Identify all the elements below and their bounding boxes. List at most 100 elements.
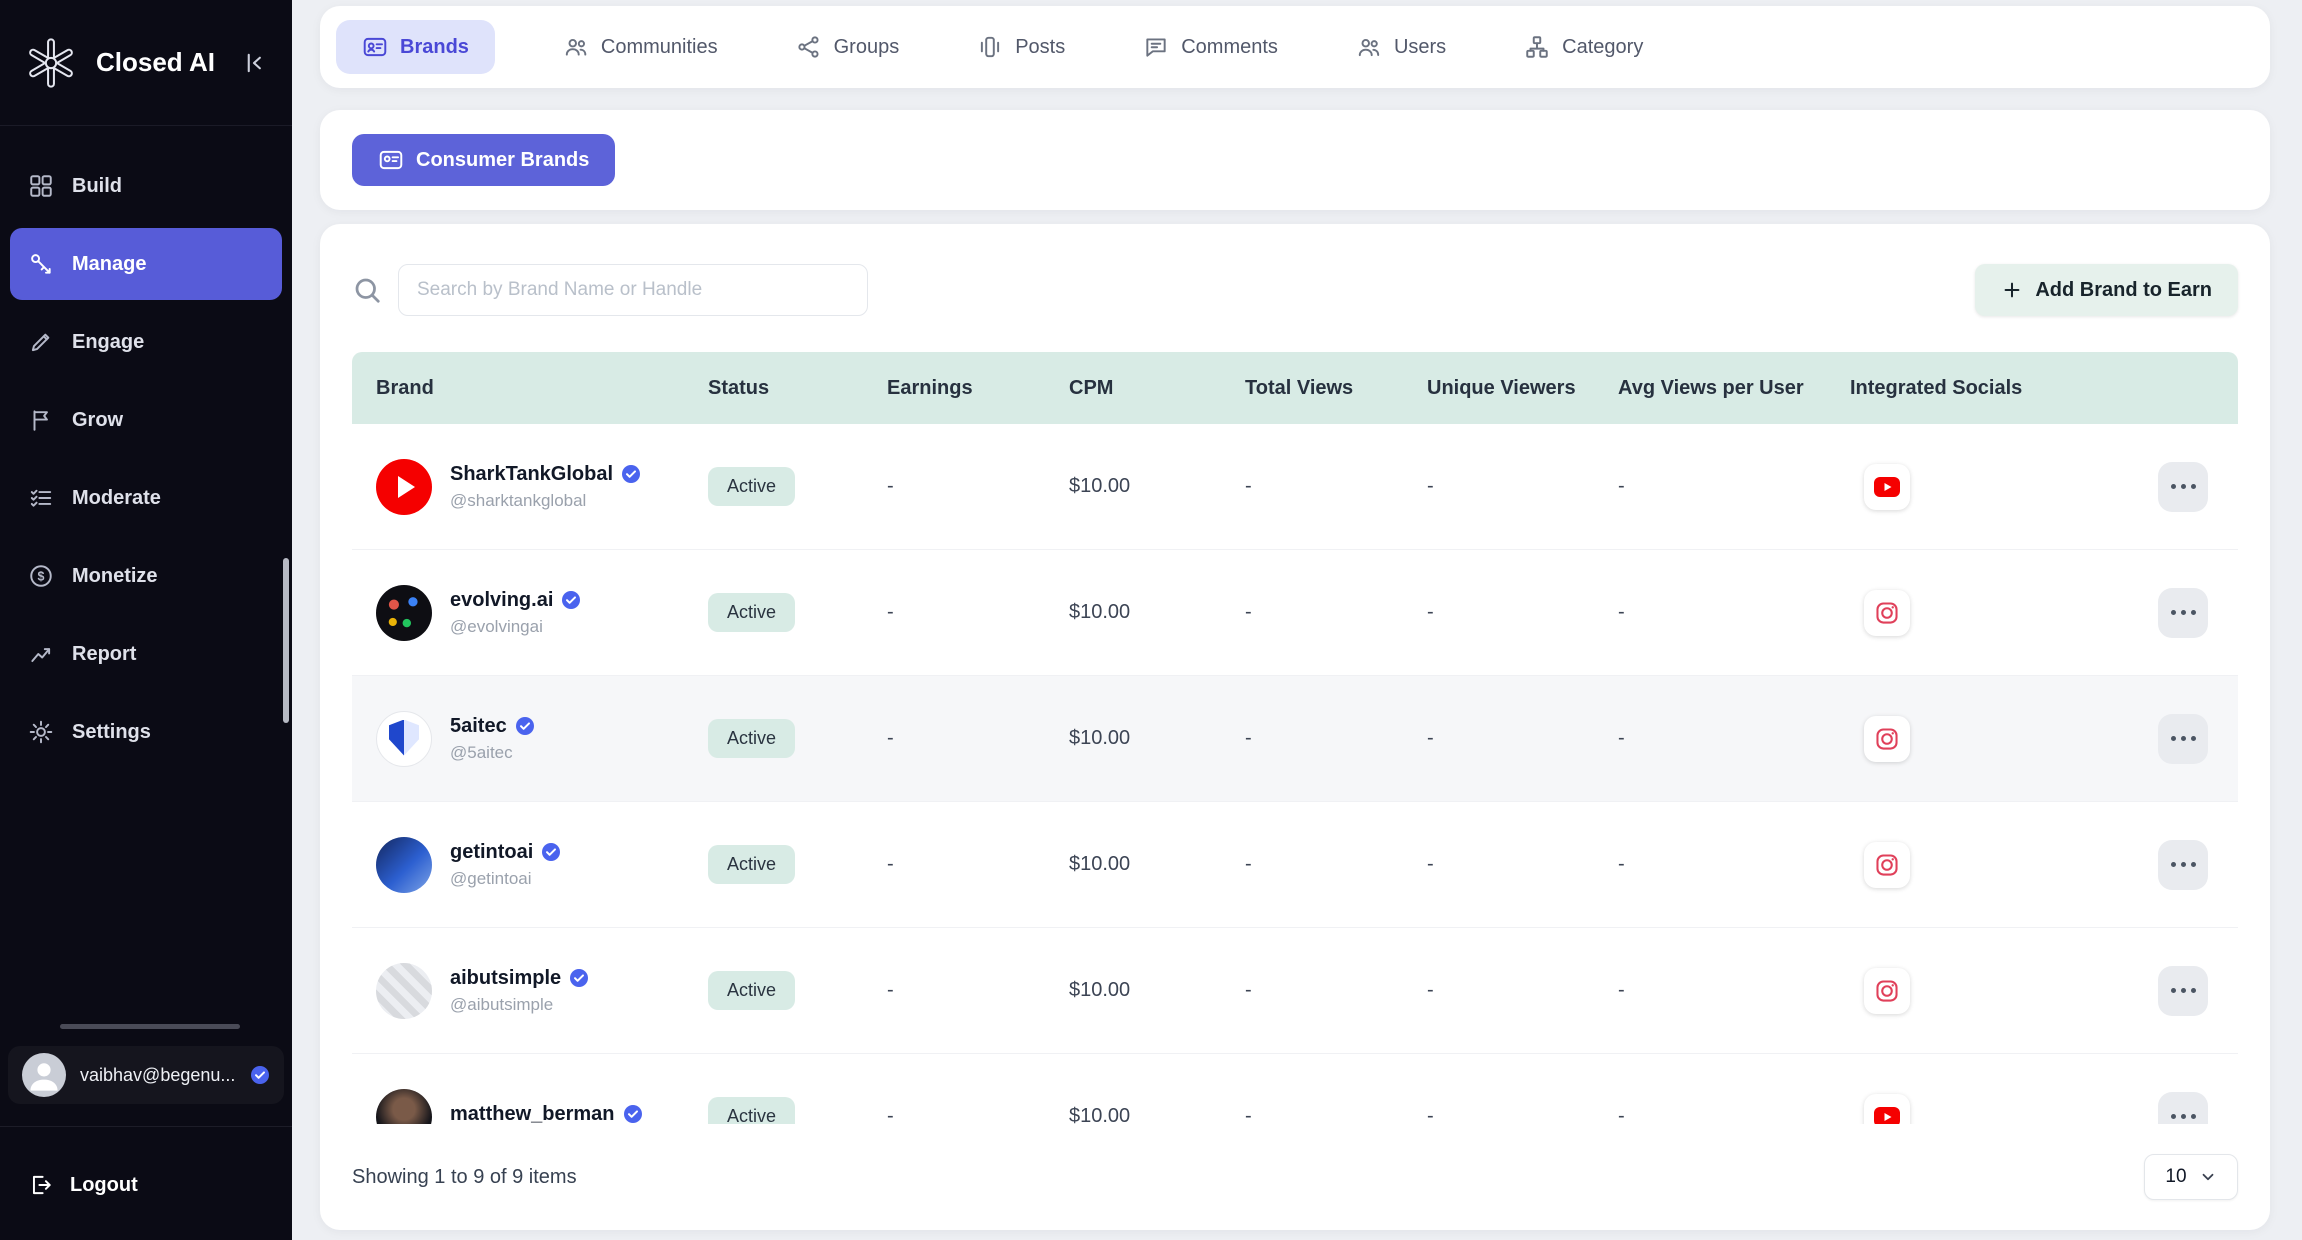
brand-name: 5aitec: [450, 715, 507, 738]
brands-panel: Add Brand to Earn Brand Status Earnings …: [320, 224, 2270, 1230]
brand-name: SharkTankGlobal: [450, 463, 613, 486]
sidebar-item-settings[interactable]: Settings: [10, 696, 282, 768]
grid-icon: [28, 173, 54, 199]
row-actions-button[interactable]: [2158, 714, 2208, 764]
table-row[interactable]: aibutsimple @aibutsimple Active - $10.00…: [352, 928, 2238, 1054]
brand-cell: 5aitec @5aitec: [352, 711, 684, 767]
sidebar-item-engage[interactable]: Engage: [10, 306, 282, 378]
tab-category[interactable]: Category: [1514, 20, 1653, 74]
verified-badge-icon: [623, 1104, 643, 1124]
brand-cell: SharkTankGlobal @sharktankglobal: [352, 459, 684, 515]
avg-views-value: -: [1594, 979, 1826, 1002]
checklist-icon: [28, 485, 54, 511]
brand-cell: aibutsimple @aibutsimple: [352, 963, 684, 1019]
sidebar-scrollbar[interactable]: [283, 558, 289, 723]
sidebar-item-label: Build: [72, 175, 122, 198]
instagram-icon[interactable]: [1864, 590, 1910, 636]
brand-cell: getintoai @getintoai: [352, 837, 684, 893]
table-row[interactable]: matthew_berman Active - $10.00 - - -: [352, 1054, 2238, 1124]
tab-posts[interactable]: Posts: [967, 20, 1075, 74]
instagram-icon[interactable]: [1864, 842, 1910, 888]
brand-avatar: [376, 837, 432, 893]
instagram-icon[interactable]: [1864, 716, 1910, 762]
sidebar-menu: Build Manage Engage Grow Moderate: [0, 126, 292, 768]
row-actions-button[interactable]: [2158, 462, 2208, 512]
sidebar-item-moderate[interactable]: Moderate: [10, 462, 282, 534]
cpm-value: $10.00: [1045, 979, 1221, 1002]
consumer-brands-label: Consumer Brands: [416, 149, 589, 172]
sidebar-item-label: Grow: [72, 409, 123, 432]
sidebar-item-label: Manage: [72, 253, 146, 276]
sidebar-item-build[interactable]: Build: [10, 150, 282, 222]
gear-icon: [28, 719, 54, 745]
verified-badge-icon: [250, 1065, 270, 1085]
user-account[interactable]: vaibhav@begenu...: [8, 1046, 284, 1104]
unique-viewers-value: -: [1403, 853, 1594, 876]
sidebar-item-report[interactable]: Report: [10, 618, 282, 690]
sidebar-divider: [0, 1126, 292, 1127]
instagram-icon[interactable]: [1864, 968, 1910, 1014]
sidebar-item-monetize[interactable]: $ Monetize: [10, 540, 282, 612]
row-actions-button[interactable]: [2158, 966, 2208, 1016]
row-actions-button[interactable]: [2158, 840, 2208, 890]
brand-avatar: [376, 963, 432, 1019]
tab-comments[interactable]: Comments: [1133, 20, 1288, 74]
tab-label: Groups: [834, 36, 900, 59]
tab-label: Category: [1562, 36, 1643, 59]
logout-icon: [28, 1172, 54, 1198]
table-row[interactable]: SharkTankGlobal @sharktankglobal Active …: [352, 424, 2238, 550]
logout-button[interactable]: Logout: [0, 1150, 292, 1220]
verified-badge-icon: [561, 590, 581, 610]
svg-text:$: $: [38, 570, 45, 584]
app-title: Closed AI: [96, 47, 222, 78]
brand-name: evolving.ai: [450, 589, 553, 612]
earnings-value: -: [863, 853, 1045, 876]
tab-communities[interactable]: Communities: [553, 20, 728, 74]
chat-icon: [1143, 34, 1169, 60]
add-brand-button[interactable]: Add Brand to Earn: [1975, 264, 2238, 316]
cpm-value: $10.00: [1045, 853, 1221, 876]
earnings-value: -: [863, 979, 1045, 1002]
unique-viewers-value: -: [1403, 601, 1594, 624]
top-tab-bar: Brands Communities Groups Posts Comments…: [320, 6, 2270, 88]
sidebar-collapse-icon[interactable]: [240, 49, 268, 77]
avg-views-value: -: [1594, 727, 1826, 750]
sidebar-item-grow[interactable]: Grow: [10, 384, 282, 456]
tab-label: Brands: [400, 36, 469, 59]
row-actions-button[interactable]: [2158, 588, 2208, 638]
table-row[interactable]: getintoai @getintoai Active - $10.00 - -…: [352, 802, 2238, 928]
avg-views-value: -: [1594, 475, 1826, 498]
column-header-avg-views: Avg Views per User: [1594, 377, 1826, 400]
unique-viewers-value: -: [1403, 979, 1594, 1002]
page-size-select[interactable]: 10: [2144, 1154, 2238, 1200]
youtube-icon[interactable]: [1864, 464, 1910, 510]
tab-users[interactable]: Users: [1346, 20, 1456, 74]
column-header-status: Status: [684, 377, 863, 400]
youtube-icon[interactable]: [1864, 1094, 1910, 1125]
total-views-value: -: [1221, 853, 1403, 876]
brand-card-icon: [362, 34, 388, 60]
sidebar-mini-divider: [60, 1024, 240, 1029]
table-row[interactable]: evolving.ai @evolvingai Active - $10.00 …: [352, 550, 2238, 676]
row-actions-button[interactable]: [2158, 1092, 2208, 1125]
avg-views-value: -: [1594, 853, 1826, 876]
total-views-value: -: [1221, 601, 1403, 624]
share-nodes-icon: [796, 34, 822, 60]
tab-groups[interactable]: Groups: [786, 20, 910, 74]
verified-badge-icon: [515, 716, 535, 736]
search-input[interactable]: [398, 264, 868, 316]
brand-avatar: [376, 459, 432, 515]
tab-brands[interactable]: Brands: [336, 20, 495, 74]
earnings-value: -: [863, 601, 1045, 624]
sidebar-item-label: Report: [72, 643, 136, 666]
sidebar-item-manage[interactable]: Manage: [10, 228, 282, 300]
consumer-brands-button[interactable]: Consumer Brands: [352, 134, 615, 186]
pagination-summary: Showing 1 to 9 of 9 items: [352, 1166, 577, 1189]
earnings-value: -: [863, 475, 1045, 498]
brand-name: aibutsimple: [450, 967, 561, 990]
cpm-value: $10.00: [1045, 727, 1221, 750]
cpm-value: $10.00: [1045, 1105, 1221, 1124]
table-row[interactable]: 5aitec @5aitec Active - $10.00 - - -: [352, 676, 2238, 802]
user-avatar: [22, 1053, 66, 1097]
total-views-value: -: [1221, 727, 1403, 750]
